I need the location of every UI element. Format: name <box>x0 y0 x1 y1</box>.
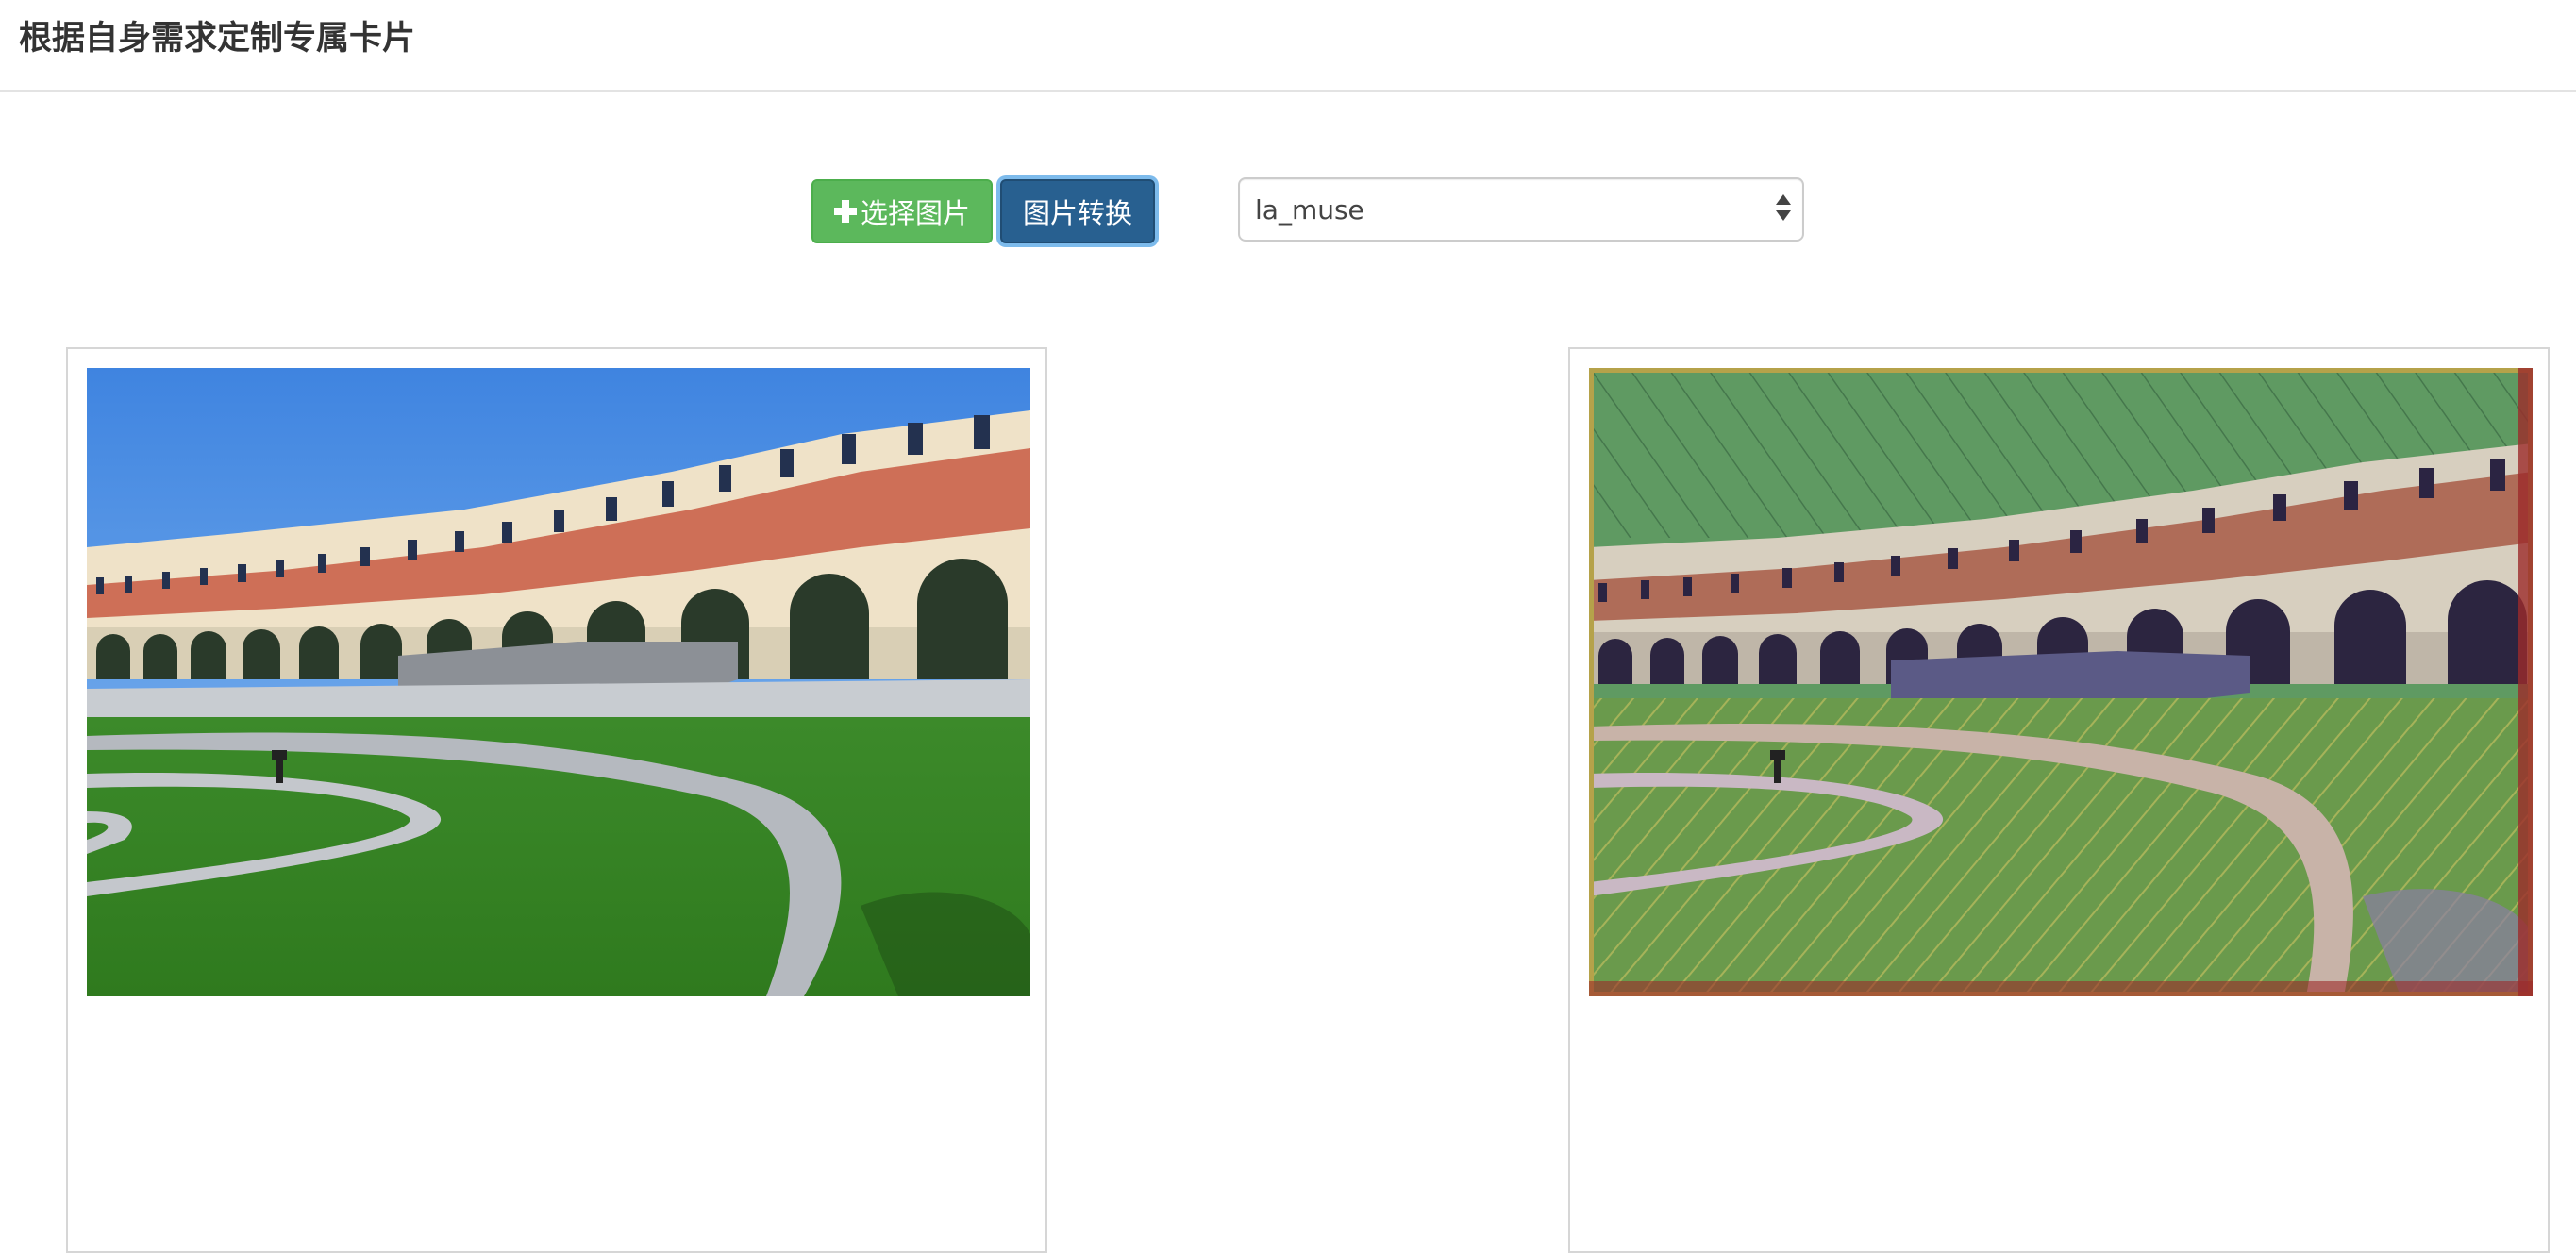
select-arrows-icon <box>1776 194 1791 228</box>
select-image-label: 选择图片 <box>860 197 970 229</box>
original-image-panel <box>66 347 1047 1253</box>
page-title: 根据自身需求定制专属卡片 <box>19 20 416 58</box>
plus-icon <box>833 200 857 223</box>
style-select-value: la_muse <box>1255 194 1364 226</box>
convert-image-label: 图片转换 <box>1022 197 1132 229</box>
convert-image-button[interactable]: 图片转换 <box>1000 179 1155 243</box>
converted-image-panel <box>1568 347 2550 1253</box>
style-select[interactable]: la_muse <box>1238 177 1804 242</box>
page-header: 根据自身需求定制专属卡片 <box>0 0 2576 92</box>
converted-photo <box>1589 368 2533 996</box>
select-image-button[interactable]: 选择图片 <box>811 179 993 243</box>
original-photo <box>87 368 1030 996</box>
